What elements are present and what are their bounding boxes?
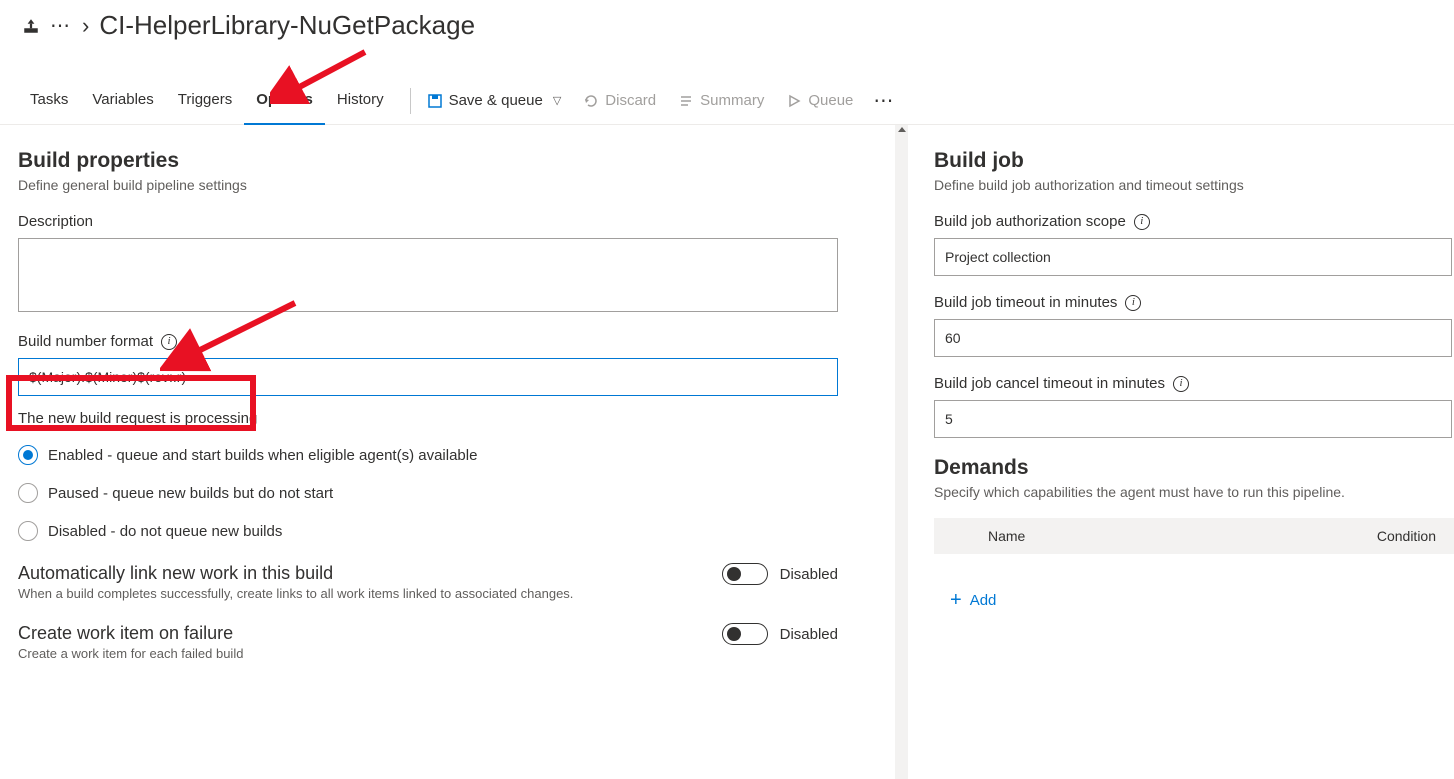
build-properties-sub: Define general build pipeline settings	[18, 177, 877, 193]
auto-link-toggle[interactable]	[722, 563, 768, 585]
breadcrumb-overflow[interactable]: ⋯	[50, 16, 72, 36]
demands-sub: Specify which capabilities the agent mus…	[934, 484, 1454, 500]
timeout-input[interactable]	[934, 319, 1452, 357]
tab-tasks[interactable]: Tasks	[18, 77, 80, 125]
chevron-down-icon: ▽	[553, 94, 561, 107]
toolbar-overflow[interactable]: ⋯	[873, 88, 895, 113]
auto-link-sub: When a build completes successfully, cre…	[18, 586, 573, 601]
info-icon[interactable]: i	[161, 334, 177, 350]
info-icon[interactable]: i	[1134, 214, 1150, 230]
discard-label: Discard	[605, 92, 656, 109]
scrollbar[interactable]	[895, 125, 908, 779]
radio-paused-label: Paused - queue new builds but do not sta…	[48, 485, 333, 502]
queue-button[interactable]: Queue	[784, 88, 855, 113]
build-properties-heading: Build properties	[18, 149, 877, 173]
timeout-label: Build job timeout in minutes i	[934, 294, 1454, 311]
auth-scope-input[interactable]	[934, 238, 1452, 276]
breadcrumb-separator: ›	[82, 13, 89, 39]
save-queue-label: Save & queue	[449, 92, 543, 109]
summary-button[interactable]: Summary	[676, 88, 766, 113]
radio-enabled[interactable]: Enabled - queue and start builds when el…	[18, 445, 877, 465]
col-name: Name	[948, 528, 1377, 544]
plus-icon: +	[950, 590, 962, 610]
cancel-timeout-input[interactable]	[934, 400, 1452, 438]
build-job-heading: Build job	[934, 149, 1454, 173]
pipeline-icon[interactable]	[22, 17, 40, 35]
create-wi-sub: Create a work item for each failed build	[18, 646, 243, 661]
col-condition: Condition	[1377, 528, 1440, 544]
build-number-input[interactable]	[18, 358, 838, 396]
save-queue-button[interactable]: Save & queue ▽	[425, 88, 564, 113]
info-icon[interactable]: i	[1173, 376, 1189, 392]
radio-disabled[interactable]: Disabled - do not queue new builds	[18, 521, 877, 541]
page-title: CI-HelperLibrary-NuGetPackage	[99, 10, 475, 41]
description-input[interactable]	[18, 238, 838, 312]
queue-label: Queue	[808, 92, 853, 109]
create-wi-toggle[interactable]	[722, 623, 768, 645]
radio-icon	[18, 483, 38, 503]
tab-variables[interactable]: Variables	[80, 77, 165, 125]
build-job-sub: Define build job authorization and timeo…	[934, 177, 1454, 193]
radio-icon	[18, 521, 38, 541]
processing-status: The new build request is processing	[18, 410, 877, 427]
create-wi-state: Disabled	[780, 626, 838, 643]
radio-enabled-label: Enabled - queue and start builds when el…	[48, 447, 477, 464]
build-number-label: Build number format i	[18, 333, 877, 350]
tab-triggers[interactable]: Triggers	[166, 77, 244, 125]
auth-scope-label: Build job authorization scope i	[934, 213, 1454, 230]
info-icon[interactable]: i	[1125, 295, 1141, 311]
scroll-up-icon	[898, 127, 906, 132]
tab-history[interactable]: History	[325, 77, 396, 125]
demands-table-header: Name Condition	[934, 518, 1454, 554]
summary-label: Summary	[700, 92, 764, 109]
tab-options[interactable]: Options	[244, 77, 325, 125]
radio-icon	[18, 445, 38, 465]
auto-link-state: Disabled	[780, 566, 838, 583]
divider	[410, 88, 411, 114]
add-label: Add	[970, 592, 997, 609]
add-demand-button[interactable]: + Add	[950, 590, 996, 610]
discard-button[interactable]: Discard	[581, 88, 658, 113]
radio-disabled-label: Disabled - do not queue new builds	[48, 523, 282, 540]
auto-link-title: Automatically link new work in this buil…	[18, 563, 573, 584]
radio-paused[interactable]: Paused - queue new builds but do not sta…	[18, 483, 877, 503]
demands-heading: Demands	[934, 456, 1454, 480]
create-wi-title: Create work item on failure	[18, 623, 243, 644]
description-label: Description	[18, 213, 877, 230]
cancel-timeout-label: Build job cancel timeout in minutes i	[934, 375, 1454, 392]
